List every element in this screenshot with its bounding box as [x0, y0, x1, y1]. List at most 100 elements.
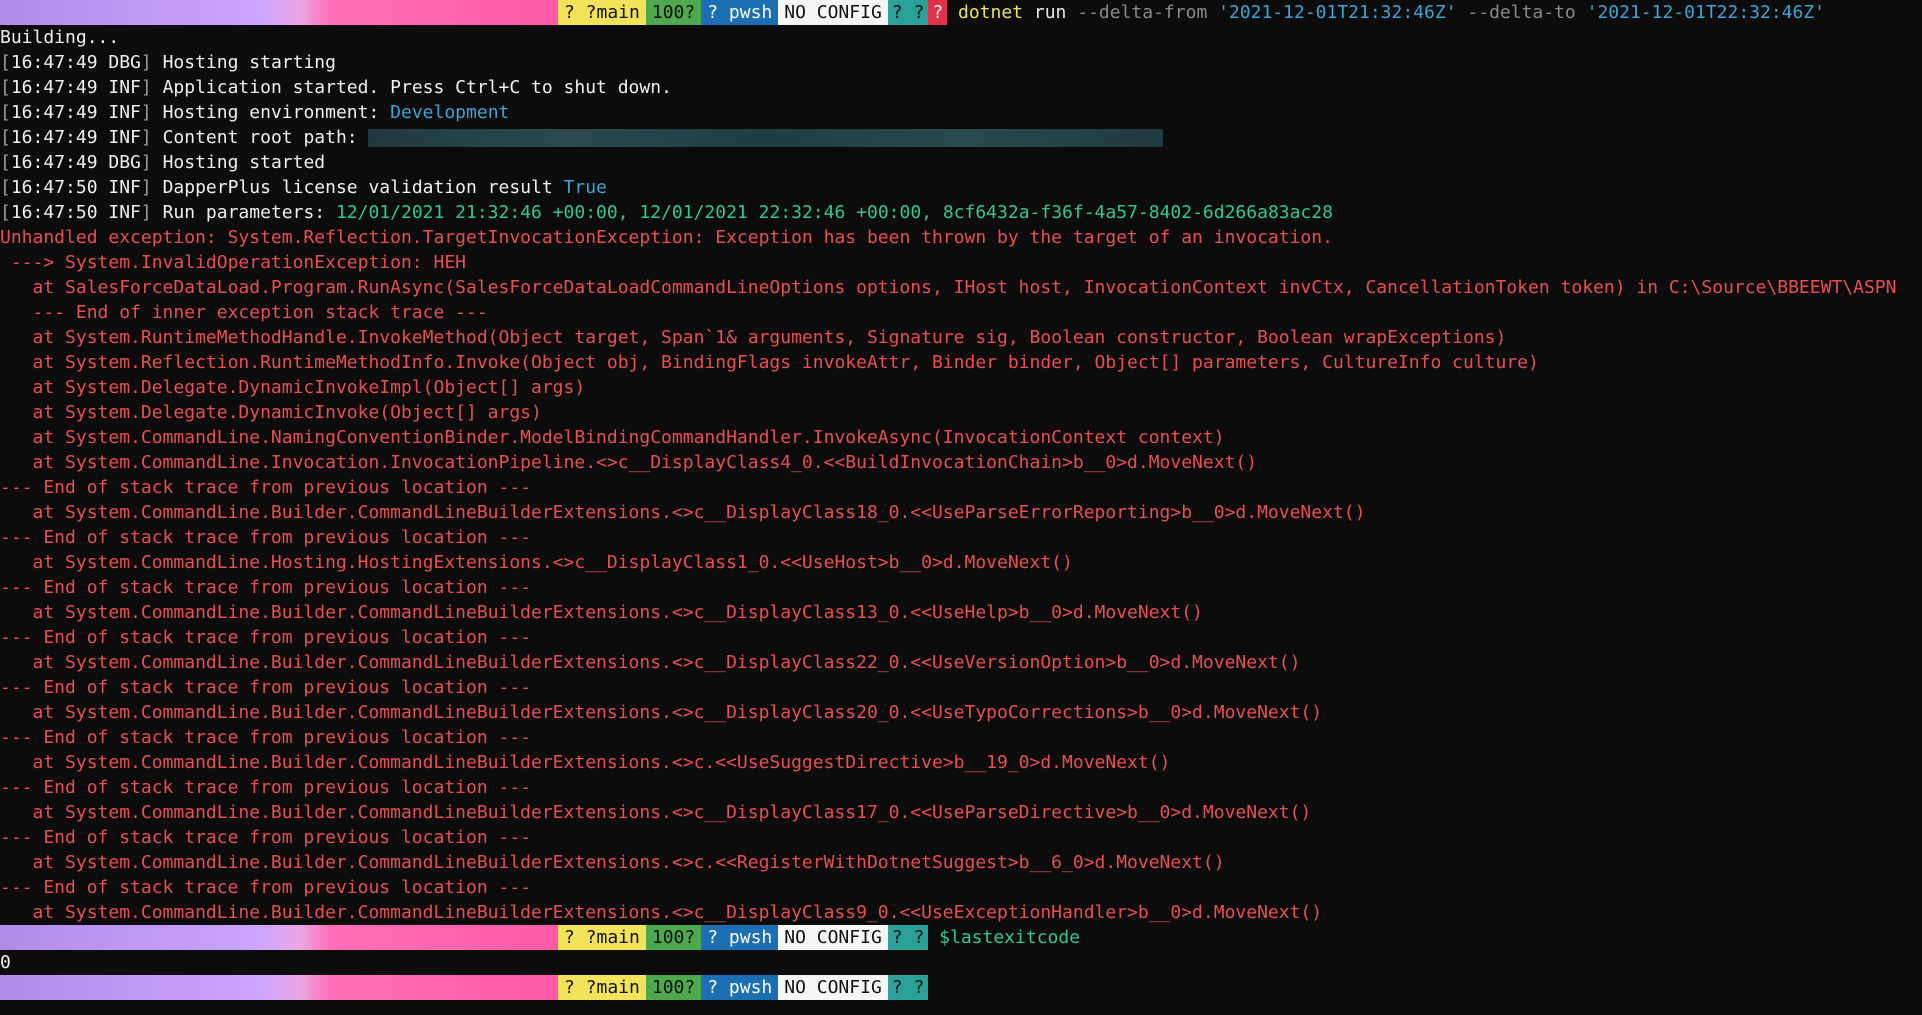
log-value: True	[563, 177, 607, 198]
error-line: at System.CommandLine.Builder.CommandLin…	[0, 650, 1922, 675]
terminal-window[interactable]: ? ?main 100?? pwsh NO CONFIG? ?? dotnet ru…	[0, 0, 1922, 1015]
shell-segment: ? pwsh	[701, 0, 779, 25]
error-line: at SalesForceDataLoad.Program.RunAsync(S…	[0, 275, 1922, 300]
config-segment: NO CONFIG	[778, 925, 888, 950]
log-bracket: [	[0, 202, 11, 223]
log-line: [16:47:49 INF] Content root path:	[0, 125, 1922, 150]
stack-trace-text: --- End of inner exception stack trace -…	[0, 302, 488, 323]
log-message: Run parameters:	[151, 202, 336, 223]
stack-trace-text: --- End of stack trace from previous loc…	[0, 777, 532, 798]
error-line: at System.CommandLine.Invocation.Invocat…	[0, 450, 1922, 475]
command-from-value: '2021-12-01T21:32:46Z'	[1218, 2, 1457, 23]
log-bracket: [	[0, 177, 11, 198]
stack-trace-text: Unhandled exception: System.Reflection.T…	[0, 227, 1333, 248]
error-line: at System.CommandLine.Builder.CommandLin…	[0, 600, 1922, 625]
log-timestamp: 16:47:50 INF	[10, 177, 141, 198]
git-branch-segment: ? ?main	[558, 975, 646, 1000]
error-line: --- End of stack trace from previous loc…	[0, 675, 1922, 700]
log-timestamp: 16:47:49 INF	[10, 127, 141, 148]
log-timestamp: 16:47:49 DBG	[10, 52, 141, 73]
battery-percent-segment: 100?	[645, 0, 702, 25]
battery-percent-segment: 100?	[645, 925, 702, 950]
log-value: 12/01/2021 21:32:46 +00:00, 12/01/2021 2…	[335, 202, 1333, 223]
git-branch-segment: ? ?main	[558, 925, 646, 950]
stack-trace-text: at System.Delegate.DynamicInvokeImpl(Obj…	[0, 377, 586, 398]
command-lastexitcode: $lastexitcode	[939, 927, 1081, 948]
stack-trace-text: --- End of stack trace from previous loc…	[0, 527, 532, 548]
log-bracket: ]	[140, 52, 152, 73]
exit-code-output: 0	[0, 950, 1922, 975]
stack-trace-text: at System.CommandLine.Invocation.Invocat…	[0, 452, 1258, 473]
prompt-line-3: ? ?main 100?? pwsh NO CONFIG? ?	[0, 975, 1922, 1000]
prompt-separator-icon: ? ?	[887, 975, 929, 1000]
log-bracket: ]	[140, 152, 152, 173]
command-arg: run	[1033, 2, 1067, 23]
config-segment: NO CONFIG	[778, 0, 888, 25]
error-line: at System.CommandLine.Builder.CommandLin…	[0, 750, 1922, 775]
command-flag-from: --delta-from	[1077, 2, 1208, 23]
log-bracket: ]	[140, 127, 152, 148]
error-status-icon: ?	[928, 0, 948, 25]
log-bracket: [	[0, 152, 11, 173]
log-line: [16:47:49 INF] Application started. Pres…	[0, 75, 1922, 100]
stack-trace-text: at System.CommandLine.Hosting.HostingExt…	[0, 552, 1073, 573]
error-line: --- End of stack trace from previous loc…	[0, 825, 1922, 850]
stack-trace-text: at System.CommandLine.Builder.CommandLin…	[0, 852, 1225, 873]
log-line: [16:47:49 DBG] Hosting started	[0, 150, 1922, 175]
error-line: at System.CommandLine.Builder.CommandLin…	[0, 900, 1922, 925]
stack-trace-text: --- End of stack trace from previous loc…	[0, 477, 532, 498]
log-message: Hosting starting	[151, 52, 336, 73]
log-timestamp: 16:47:50 INF	[10, 202, 141, 223]
log-bracket: ]	[140, 177, 152, 198]
prompt-user-host-segment	[0, 0, 558, 25]
git-branch-segment: ? ?main	[558, 0, 646, 25]
prompt-spacer	[947, 2, 958, 23]
prompt-separator-icon: ? ?	[887, 0, 929, 25]
stack-trace-text: ---> System.InvalidOperationException: H…	[0, 252, 466, 273]
error-line: --- End of inner exception stack trace -…	[0, 300, 1922, 325]
log-bracket: [	[0, 127, 11, 148]
log-timestamp: 16:47:49 INF	[10, 77, 141, 98]
stack-trace-text: at System.CommandLine.Builder.CommandLin…	[0, 652, 1301, 673]
prompt-line-1: ? ?main 100?? pwsh NO CONFIG? ?? dotnet ru…	[0, 0, 1922, 25]
error-line: at System.Delegate.DynamicInvoke(Object[…	[0, 400, 1922, 425]
stack-trace-text: at System.Reflection.RuntimeMethodInfo.I…	[0, 352, 1539, 373]
command-name: dotnet	[958, 2, 1024, 23]
error-line: --- End of stack trace from previous loc…	[0, 475, 1922, 500]
error-line: at System.CommandLine.Builder.CommandLin…	[0, 700, 1922, 725]
error-line: --- End of stack trace from previous loc…	[0, 525, 1922, 550]
log-message: Hosting environment:	[151, 102, 391, 123]
error-line: at System.CommandLine.Builder.CommandLin…	[0, 800, 1922, 825]
error-line: ---> System.InvalidOperationException: H…	[0, 250, 1922, 275]
prompt-spacer	[928, 977, 939, 998]
battery-percent-segment: 100?	[645, 975, 702, 1000]
stack-trace-text: at System.CommandLine.Builder.CommandLin…	[0, 752, 1171, 773]
log-value: Development	[390, 102, 510, 123]
log-message: Hosting started	[151, 152, 326, 173]
prompt-separator-icon: ? ?	[887, 925, 929, 950]
log-line: [16:47:50 INF] DapperPlus license valida…	[0, 175, 1922, 200]
error-line: at System.CommandLine.Builder.CommandLin…	[0, 850, 1922, 875]
error-line: at System.CommandLine.NamingConventionBi…	[0, 425, 1922, 450]
log-message: Content root path:	[151, 127, 369, 148]
error-line: at System.CommandLine.Builder.CommandLin…	[0, 500, 1922, 525]
prompt-user-host-segment	[0, 975, 558, 1000]
error-line: --- End of stack trace from previous loc…	[0, 725, 1922, 750]
stack-trace-text: --- End of stack trace from previous loc…	[0, 727, 532, 748]
stack-trace-text: at System.Delegate.DynamicInvoke(Object[…	[0, 402, 542, 423]
error-line: --- End of stack trace from previous loc…	[0, 875, 1922, 900]
stack-trace-text: at System.CommandLine.Builder.CommandLin…	[0, 502, 1366, 523]
command-flag-to: --delta-to	[1467, 2, 1576, 23]
log-bracket: ]	[140, 202, 152, 223]
log-bracket: ]	[140, 77, 152, 98]
error-line: Unhandled exception: System.Reflection.T…	[0, 225, 1922, 250]
error-line: at System.CommandLine.Hosting.HostingExt…	[0, 550, 1922, 575]
error-line: --- End of stack trace from previous loc…	[0, 575, 1922, 600]
stack-trace-text: at SalesForceDataLoad.Program.RunAsync(S…	[0, 277, 1897, 298]
stack-trace-text: at System.CommandLine.Builder.CommandLin…	[0, 702, 1323, 723]
log-bracket: ]	[140, 102, 152, 123]
